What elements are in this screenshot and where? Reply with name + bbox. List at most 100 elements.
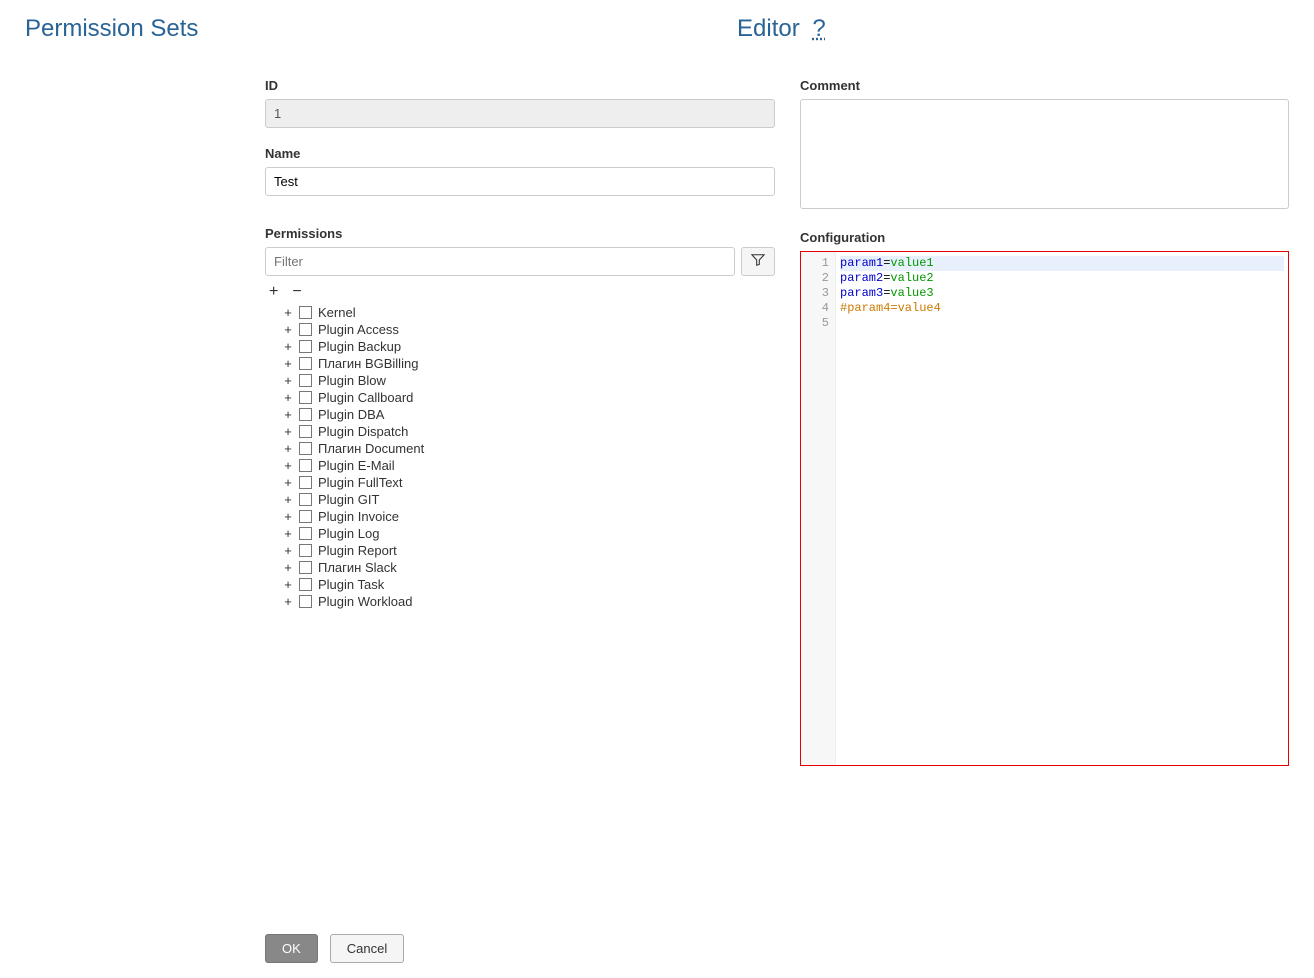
tree-expand-icon[interactable]: +	[283, 304, 293, 321]
permission-checkbox[interactable]	[299, 306, 312, 319]
line-number: 2	[801, 271, 829, 286]
line-number: 1	[801, 256, 829, 271]
permission-checkbox[interactable]	[299, 442, 312, 455]
permission-checkbox[interactable]	[299, 425, 312, 438]
permission-tree-item[interactable]: + Plugin Dispatch	[283, 423, 775, 440]
permission-checkbox[interactable]	[299, 510, 312, 523]
line-number: 5	[801, 316, 829, 331]
filter-icon	[751, 253, 765, 270]
tree-expand-icon[interactable]: +	[283, 559, 293, 576]
permission-label: Плагин Slack	[318, 559, 397, 576]
name-input[interactable]	[265, 167, 775, 196]
editor-help-link[interactable]: ?	[812, 15, 825, 42]
permissions-label: Permissions	[265, 226, 775, 241]
permissions-filter-input[interactable]	[265, 247, 735, 276]
ok-button[interactable]: OK	[265, 934, 318, 963]
permission-tree-item[interactable]: + Плагин Document	[283, 440, 775, 457]
page-title-editor: Editor ?	[737, 15, 1289, 43]
tree-expand-icon[interactable]: +	[283, 406, 293, 423]
permission-label: Plugin GIT	[318, 491, 379, 508]
permission-tree-item[interactable]: + Plugin FullText	[283, 474, 775, 491]
configuration-label: Configuration	[800, 230, 1289, 245]
permission-label: Plugin Access	[318, 321, 399, 338]
permission-checkbox[interactable]	[299, 374, 312, 387]
tree-expand-icon[interactable]: +	[283, 593, 293, 610]
permission-checkbox[interactable]	[299, 544, 312, 557]
comment-label: Comment	[800, 78, 1289, 93]
permission-tree-item[interactable]: + Plugin GIT	[283, 491, 775, 508]
permission-label: Plugin FullText	[318, 474, 403, 491]
tree-expand-icon[interactable]: +	[283, 389, 293, 406]
permission-tree-item[interactable]: + Plugin Report	[283, 542, 775, 559]
configuration-editor[interactable]: 12345 param1=value1param2=value2param3=v…	[800, 251, 1289, 766]
permission-tree-item[interactable]: + Plugin DBA	[283, 406, 775, 423]
permission-checkbox[interactable]	[299, 595, 312, 608]
tree-expand-icon[interactable]: +	[283, 542, 293, 559]
code-line[interactable]	[840, 316, 1284, 331]
permission-tree-item[interactable]: + Plugin Blow	[283, 372, 775, 389]
permission-checkbox[interactable]	[299, 323, 312, 336]
permission-checkbox[interactable]	[299, 527, 312, 540]
id-input	[265, 99, 775, 128]
permission-checkbox[interactable]	[299, 391, 312, 404]
tree-expand-icon[interactable]: +	[283, 321, 293, 338]
permission-label: Plugin Blow	[318, 372, 386, 389]
cancel-button[interactable]: Cancel	[330, 934, 404, 963]
permission-label: Plugin E-Mail	[318, 457, 395, 474]
permission-tree-item[interactable]: + Plugin Callboard	[283, 389, 775, 406]
tree-collapse-all[interactable]: −	[292, 284, 301, 300]
tree-expand-icon[interactable]: +	[283, 508, 293, 525]
permission-label: Plugin Log	[318, 525, 379, 542]
code-line[interactable]: #param4=value4	[840, 301, 1284, 316]
tree-expand-icon[interactable]: +	[283, 491, 293, 508]
permission-label: Plugin Report	[318, 542, 397, 559]
tree-expand-icon[interactable]: +	[283, 525, 293, 542]
tree-expand-all[interactable]: +	[269, 284, 278, 300]
permission-label: Plugin DBA	[318, 406, 384, 423]
tree-expand-icon[interactable]: +	[283, 457, 293, 474]
permission-label: Plugin Callboard	[318, 389, 413, 406]
permission-checkbox[interactable]	[299, 493, 312, 506]
permission-tree-item[interactable]: + Plugin Access	[283, 321, 775, 338]
tree-expand-icon[interactable]: +	[283, 372, 293, 389]
code-line[interactable]: param2=value2	[840, 271, 1284, 286]
filter-button[interactable]	[741, 247, 775, 276]
permission-tree-item[interactable]: + Plugin Log	[283, 525, 775, 542]
permission-label: Plugin Task	[318, 576, 384, 593]
tree-expand-icon[interactable]: +	[283, 338, 293, 355]
tree-expand-icon[interactable]: +	[283, 474, 293, 491]
tree-expand-icon[interactable]: +	[283, 423, 293, 440]
permission-label: Kernel	[318, 304, 356, 321]
permission-label: Plugin Invoice	[318, 508, 399, 525]
permission-tree-item[interactable]: + Plugin Workload	[283, 593, 775, 610]
permission-checkbox[interactable]	[299, 476, 312, 489]
tree-expand-icon[interactable]: +	[283, 355, 293, 372]
permission-label: Plugin Workload	[318, 593, 412, 610]
comment-textarea[interactable]	[800, 99, 1289, 209]
id-label: ID	[265, 78, 775, 93]
permission-tree-item[interactable]: + Plugin E-Mail	[283, 457, 775, 474]
code-line[interactable]: param3=value3	[840, 286, 1284, 301]
tree-expand-icon[interactable]: +	[283, 576, 293, 593]
permission-checkbox[interactable]	[299, 340, 312, 353]
permission-tree-item[interactable]: + Плагин Slack	[283, 559, 775, 576]
permission-tree-item[interactable]: + Plugin Task	[283, 576, 775, 593]
page-title-permission-sets: Permission Sets	[25, 15, 737, 43]
permission-label: Plugin Backup	[318, 338, 401, 355]
permission-tree-item[interactable]: + Plugin Invoice	[283, 508, 775, 525]
line-number-gutter: 12345	[801, 252, 836, 765]
permission-checkbox[interactable]	[299, 357, 312, 370]
permission-tree-item[interactable]: + Kernel	[283, 304, 775, 321]
line-number: 3	[801, 286, 829, 301]
permission-checkbox[interactable]	[299, 561, 312, 574]
tree-expand-icon[interactable]: +	[283, 440, 293, 457]
permission-tree-item[interactable]: + Plugin Backup	[283, 338, 775, 355]
permission-tree-item[interactable]: +Плагин BGBilling	[283, 355, 775, 372]
permission-checkbox[interactable]	[299, 578, 312, 591]
line-number: 4	[801, 301, 829, 316]
permission-label: Плагин Document	[318, 440, 424, 457]
code-line[interactable]: param1=value1	[840, 256, 1284, 271]
permission-checkbox[interactable]	[299, 459, 312, 472]
permission-checkbox[interactable]	[299, 408, 312, 421]
permission-label: Plugin Dispatch	[318, 423, 408, 440]
